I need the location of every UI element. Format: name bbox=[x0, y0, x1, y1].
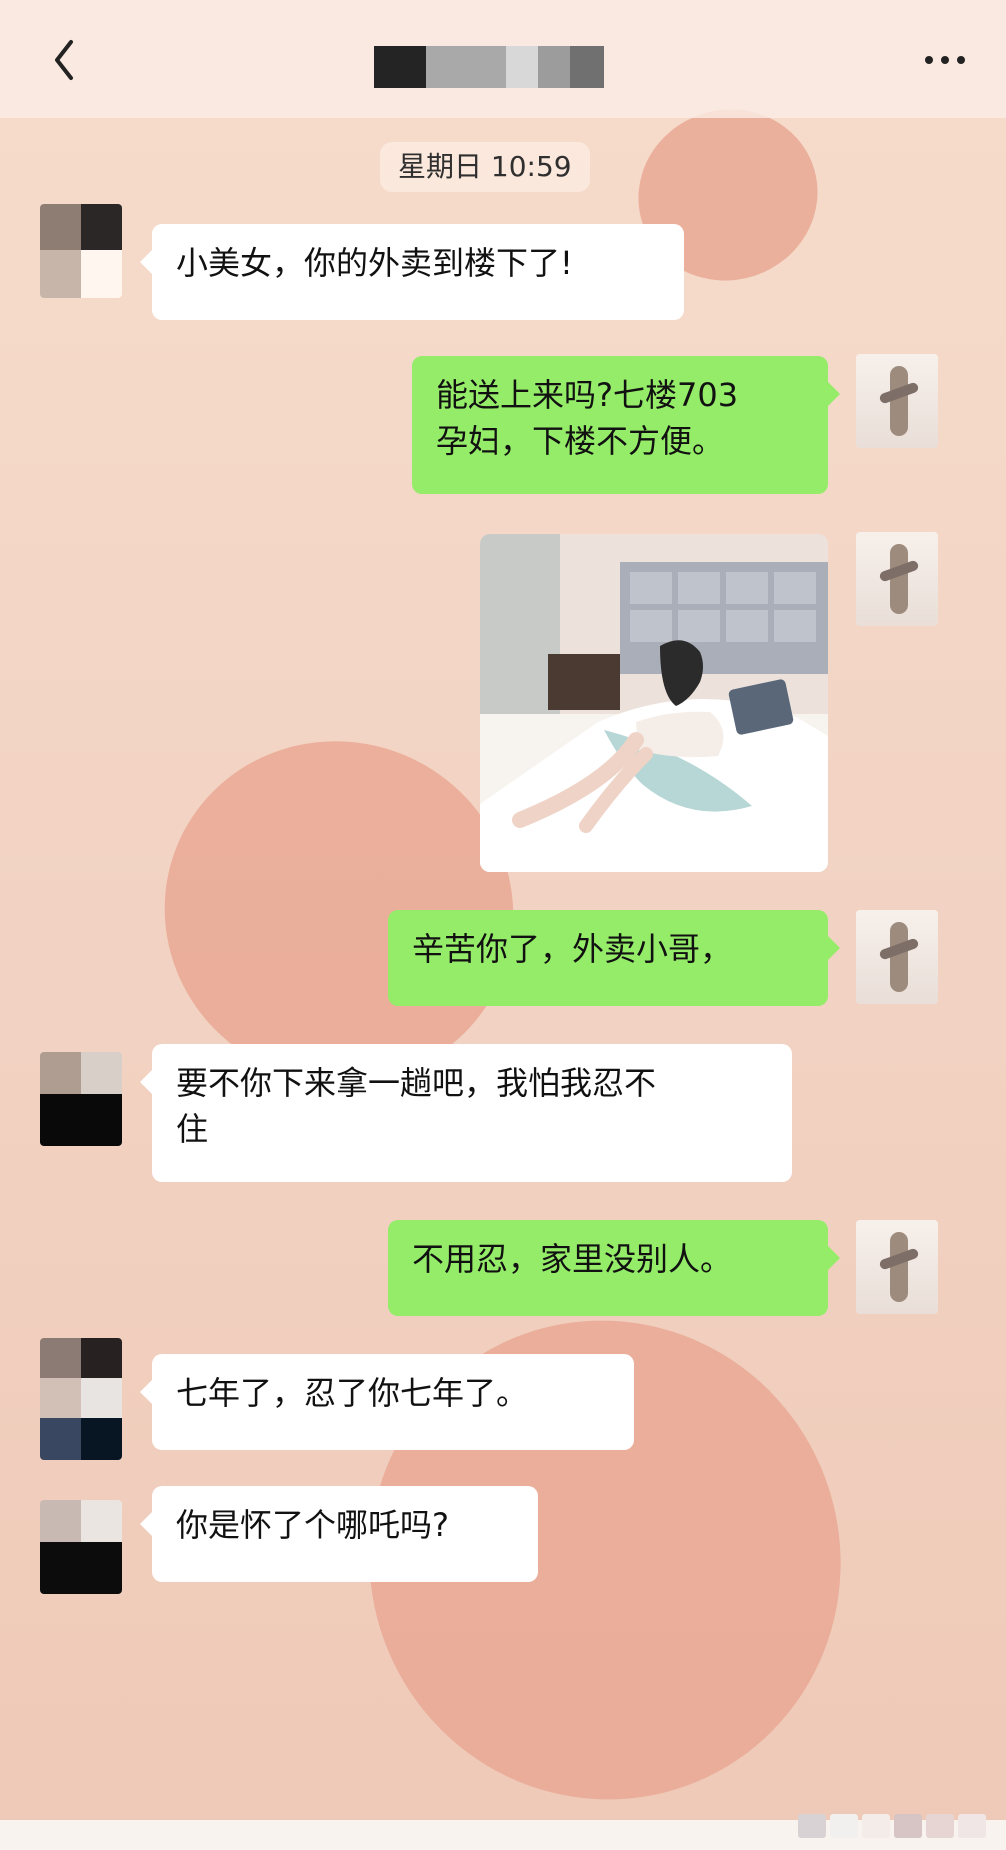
more-button[interactable] bbox=[910, 34, 980, 86]
user-avatar[interactable] bbox=[856, 1220, 938, 1314]
photo-message[interactable] bbox=[480, 534, 828, 872]
message-text: 辛苦你了，外卖小哥， bbox=[412, 930, 733, 968]
user-avatar[interactable] bbox=[856, 354, 938, 448]
contact-avatar[interactable] bbox=[40, 204, 122, 298]
message-bubble-sent: 辛苦你了，外卖小哥， bbox=[388, 910, 840, 1006]
message-bubble-received: 小美女，你的外卖到楼下了! bbox=[140, 224, 684, 320]
message-text: 七年了，忍了你七年了。 bbox=[176, 1374, 529, 1412]
message-text: 能送上来吗?七楼703 孕妇，下楼不方便。 bbox=[436, 376, 739, 460]
user-avatar[interactable] bbox=[856, 910, 938, 1004]
back-button[interactable] bbox=[34, 30, 94, 90]
message-bubble-sent: 能送上来吗?七楼703 孕妇，下楼不方便。 bbox=[412, 356, 840, 494]
message-bubble-sent: 不用忍，家里没别人。 bbox=[388, 1220, 840, 1316]
timestamp-chip: 星期日 10:59 bbox=[380, 142, 590, 192]
bedroom-photo-icon bbox=[480, 534, 828, 872]
top-navigation-bar bbox=[0, 0, 1006, 118]
user-avatar[interactable] bbox=[856, 532, 938, 626]
more-horizontal-icon bbox=[925, 56, 933, 64]
contact-avatar[interactable] bbox=[40, 1052, 122, 1146]
chat-screen: 星期日 10:59 小美女，你的外卖到楼下了! 能送上来吗?七楼703 孕妇，下… bbox=[0, 0, 1006, 1850]
message-text: 要不你下来拿一趟吧，我怕我忍不 住 bbox=[176, 1064, 657, 1148]
contact-avatar[interactable] bbox=[40, 1500, 122, 1594]
bottom-watermark-bar bbox=[0, 1814, 1006, 1850]
chat-title-pixelated bbox=[374, 38, 612, 88]
message-text: 不用忍，家里没别人。 bbox=[412, 1240, 733, 1278]
message-bubble-received: 七年了，忍了你七年了。 bbox=[140, 1354, 634, 1450]
message-text: 小美女，你的外卖到楼下了! bbox=[176, 244, 573, 282]
message-bubble-received: 要不你下来拿一趟吧，我怕我忍不 住 bbox=[140, 1044, 792, 1182]
message-text: 你是怀了个哪吒吗? bbox=[176, 1506, 449, 1544]
message-bubble-received: 你是怀了个哪吒吗? bbox=[140, 1486, 538, 1582]
contact-avatar[interactable] bbox=[40, 1338, 122, 1460]
chevron-left-icon bbox=[55, 40, 73, 80]
watermark-mosaic bbox=[798, 1814, 986, 1838]
